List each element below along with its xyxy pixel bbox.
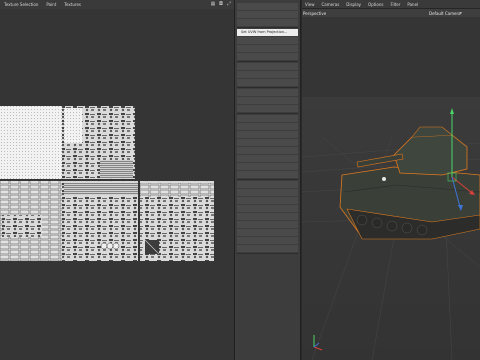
command-separator (237, 27, 298, 28)
command-button[interactable] (237, 123, 298, 130)
command-button[interactable] (237, 53, 298, 60)
menu-options[interactable]: Options (368, 2, 383, 7)
command-button[interactable] (237, 229, 298, 236)
command-button[interactable] (237, 71, 298, 78)
command-button[interactable] (237, 205, 298, 212)
command-separator (237, 113, 298, 114)
command-separator (237, 61, 298, 62)
command-button[interactable] (237, 97, 298, 104)
menu-cameras[interactable]: Cameras (322, 2, 340, 7)
command-button[interactable] (237, 181, 298, 188)
command-button[interactable] (237, 37, 298, 44)
command-button[interactable] (237, 221, 298, 228)
command-button[interactable] (237, 163, 298, 170)
expand-icon[interactable]: ⤢ (226, 1, 232, 7)
command-button[interactable] (237, 19, 298, 26)
command-button[interactable] (237, 139, 298, 146)
viewport-panel: View Cameras Display Options Filter Pane… (302, 0, 480, 360)
command-button[interactable] (237, 171, 298, 178)
camera-label[interactable]: Default Camera (429, 11, 461, 16)
command-button[interactable] (237, 63, 298, 70)
command-button[interactable] (237, 147, 298, 154)
menu-texture-selection[interactable]: Texture Selection (4, 2, 38, 7)
command-separator (237, 87, 298, 88)
command-button[interactable] (237, 131, 298, 138)
command-button[interactable] (237, 105, 298, 112)
command-button[interactable] (237, 155, 298, 162)
menu-filter[interactable]: Filter (390, 2, 400, 7)
viewport-scene (302, 97, 480, 360)
menu-textures[interactable]: Textures (64, 2, 81, 7)
viewport-header: Perspective Default Camera ▾ (302, 9, 480, 17)
menu-panel[interactable]: Panel (407, 2, 418, 7)
camera-dropdown-icon[interactable]: ▾ (460, 11, 462, 15)
grid-icon[interactable]: ▦ (210, 1, 216, 7)
menu-display[interactable]: Display (346, 2, 361, 7)
menu-view[interactable]: View (305, 2, 315, 7)
uv-panel-controls: ▦ ◘ ⤢ (210, 1, 232, 7)
command-button[interactable] (237, 11, 298, 18)
menu-paint[interactable]: Paint (46, 2, 56, 7)
uv-commands-panel: Set UVW from Projection... (235, 0, 300, 360)
command-button[interactable] (237, 189, 298, 196)
uv-editor-panel: Texture Selection Paint Textures ▦ ◘ ⤢ (0, 0, 234, 360)
viewport-canvas[interactable] (302, 17, 480, 360)
lock-icon[interactable]: ◘ (218, 1, 224, 7)
command-separator (237, 253, 298, 254)
command-button[interactable] (237, 213, 298, 220)
command-separator (237, 179, 298, 180)
command-button[interactable] (237, 115, 298, 122)
uv-canvas[interactable] (0, 9, 234, 360)
viewport-menubar: View Cameras Display Options Filter Pane… (302, 0, 480, 9)
view-name: Perspective (303, 10, 327, 16)
command-button[interactable] (237, 237, 298, 244)
uv-islands (0, 106, 214, 261)
command-button[interactable] (237, 197, 298, 204)
set-uvw-from-projection-button[interactable]: Set UVW from Projection... (237, 29, 298, 36)
command-button[interactable] (237, 79, 298, 86)
command-button[interactable] (237, 3, 298, 10)
command-button[interactable] (237, 89, 298, 96)
command-button[interactable] (237, 45, 298, 52)
command-button[interactable] (237, 245, 298, 252)
